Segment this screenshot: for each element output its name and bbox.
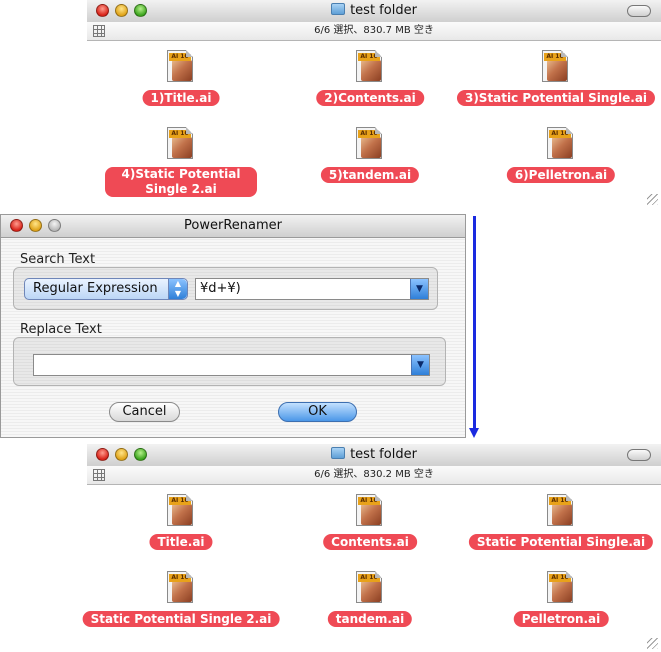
file-label[interactable]: Title.ai — [149, 534, 213, 550]
replace-text-group: ▼ — [13, 337, 446, 386]
illustrator-file-icon[interactable]: AI 10 — [543, 571, 579, 607]
search-text-group: Regular Expression ▲ ▼ ¥d+¥) ▼ — [13, 267, 438, 310]
illustrator-file-icon[interactable]: AI 10 — [352, 127, 388, 163]
file-label[interactable]: 1)Title.ai — [142, 90, 220, 106]
search-text-value: ¥d+¥) — [200, 281, 241, 296]
status-text: 6/6 選択、830.7 MB 空き — [314, 25, 434, 36]
illustrator-file-icon[interactable]: AI 10 — [352, 50, 388, 86]
icon-view-icon[interactable] — [93, 25, 105, 37]
file-label[interactable]: Pelletron.ai — [513, 611, 609, 627]
icon-view-icon[interactable] — [93, 469, 105, 481]
illustrator-file-icon[interactable]: AI 10 — [163, 494, 199, 530]
illustrator-file-icon[interactable]: AI 10 — [163, 571, 199, 607]
powerrenamer-dialog: PowerRenamer Search Text Regular Express… — [0, 214, 466, 438]
illustrator-file-icon[interactable]: AI 10 — [543, 127, 579, 163]
search-mode-value: Regular Expression — [33, 281, 158, 296]
illustrator-file-icon[interactable]: AI 10 — [543, 494, 579, 530]
chevron-down-icon[interactable]: ▼ — [410, 279, 428, 299]
status-bar: 6/6 選択、830.7 MB 空き — [87, 22, 661, 41]
folder-icon — [331, 3, 346, 15]
flow-arrow-line — [473, 216, 476, 430]
arrow-down-icon — [469, 428, 479, 438]
file-label[interactable]: 3)Static Potential Single.ai — [456, 90, 656, 106]
folder-icon — [331, 447, 346, 459]
toolbar-toggle-button[interactable] — [627, 449, 651, 461]
toolbar-toggle-button[interactable] — [627, 5, 651, 17]
file-label[interactable]: 6)Pelletron.ai — [506, 167, 616, 183]
chevron-updown-icon: ▲ ▼ — [168, 279, 187, 299]
status-text: 6/6 選択、830.2 MB 空き — [314, 469, 434, 480]
status-bar: 6/6 選択、830.2 MB 空き — [87, 466, 661, 485]
file-label[interactable]: 5)tandem.ai — [320, 167, 420, 183]
ok-button[interactable]: OK — [278, 402, 357, 422]
illustrator-file-icon[interactable]: AI 10 — [352, 571, 388, 607]
replace-text-label: Replace Text — [20, 322, 102, 337]
window-title: test folder — [87, 3, 661, 18]
finder-window-after: test folder 6/6 選択、830.2 MB 空き AI 10 Tit… — [82, 444, 661, 652]
dialog-title: PowerRenamer — [184, 218, 282, 233]
chevron-down-icon[interactable]: ▼ — [411, 355, 429, 375]
illustrator-file-icon[interactable]: AI 10 — [352, 494, 388, 530]
resize-grip[interactable] — [647, 194, 658, 205]
illustrator-file-icon[interactable]: AI 10 — [163, 127, 199, 163]
window-titlebar[interactable]: test folder — [87, 444, 661, 467]
file-label[interactable]: Static Potential Single 2.ai — [82, 611, 280, 627]
search-text-field[interactable]: ¥d+¥) ▼ — [195, 278, 429, 300]
resize-grip[interactable] — [647, 638, 658, 649]
file-label[interactable]: 4)Static Potential Single 2.ai — [105, 167, 257, 197]
file-label[interactable]: Static Potential Single.ai — [468, 534, 654, 550]
cancel-button[interactable]: Cancel — [109, 402, 180, 422]
file-label[interactable]: 2)Contents.ai — [316, 90, 424, 106]
file-label[interactable]: tandem.ai — [327, 611, 413, 627]
dialog-titlebar[interactable]: PowerRenamer — [1, 215, 465, 238]
finder-window-before: test folder 6/6 選択、830.7 MB 空き AI 10 1)T… — [87, 0, 661, 208]
illustrator-file-icon[interactable]: AI 10 — [163, 50, 199, 86]
search-mode-popup[interactable]: Regular Expression ▲ ▼ — [24, 278, 188, 300]
file-label[interactable]: Contents.ai — [323, 534, 417, 550]
window-title: test folder — [87, 447, 661, 462]
replace-text-field[interactable]: ▼ — [33, 354, 430, 376]
illustrator-file-icon[interactable]: AI 10 — [538, 50, 574, 86]
search-text-label: Search Text — [20, 252, 96, 267]
window-titlebar[interactable]: test folder — [87, 0, 661, 23]
